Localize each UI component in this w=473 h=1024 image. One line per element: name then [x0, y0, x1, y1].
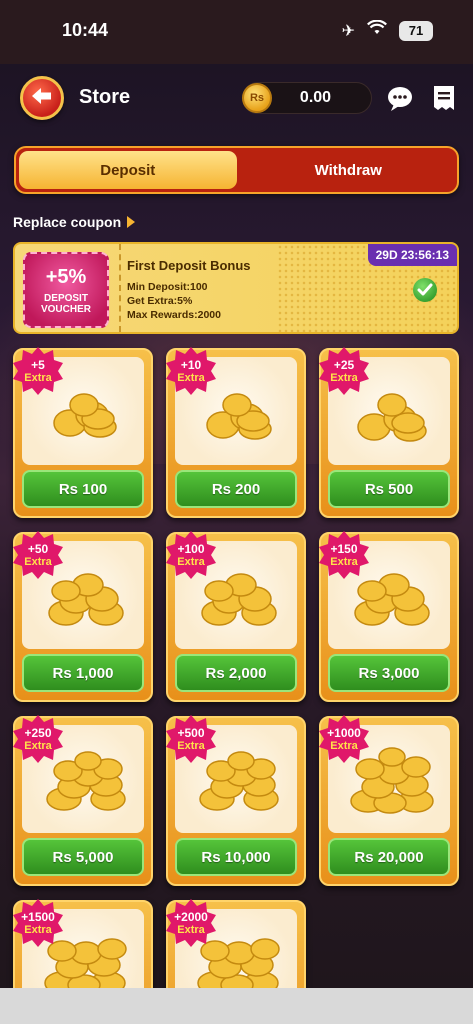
status-bar: 10:44 ✈ 71: [0, 0, 473, 64]
voucher-min-deposit: Min Deposit:100: [127, 281, 208, 293]
page-title: Store: [79, 86, 131, 108]
extra-badge: +10 Extra: [165, 347, 217, 395]
extra-label: Extra: [330, 555, 358, 568]
extra-amount: +50: [27, 541, 49, 556]
status-icons: ✈ 71: [341, 19, 433, 41]
wifi-icon: [367, 19, 387, 41]
product-card[interactable]: +100 Extra Rs 2,000: [165, 531, 306, 702]
extra-amount: +250: [24, 725, 52, 740]
price-button[interactable]: Rs 100: [22, 470, 144, 508]
product-card[interactable]: +150 Extra Rs 3,000: [318, 531, 459, 702]
extra-label: Extra: [24, 555, 52, 568]
extra-label: Extra: [24, 371, 52, 384]
price-button[interactable]: Rs 5,000: [22, 838, 144, 876]
voucher-timer: 29D 23:56:13: [367, 244, 457, 266]
back-button[interactable]: [20, 76, 64, 120]
product-card[interactable]: +10 Extra Rs 200: [165, 347, 306, 518]
price-button[interactable]: Rs 500: [328, 470, 450, 508]
extra-amount: +1500: [21, 909, 55, 924]
extra-label: Extra: [177, 371, 205, 384]
product-card[interactable]: +1000 Extra Rs 20,000: [318, 715, 459, 886]
extra-badge: +100 Extra: [165, 531, 217, 579]
price-button[interactable]: Rs 1,000: [22, 654, 144, 692]
voucher-divider: [119, 244, 121, 332]
extra-badge: +50 Extra: [12, 531, 64, 579]
balance-display: Rs 0.00: [242, 82, 372, 114]
replace-coupon-link[interactable]: Replace coupon: [13, 214, 136, 230]
tab-withdraw[interactable]: Withdraw: [240, 148, 458, 192]
extra-amount: +1000: [327, 725, 361, 740]
extra-badge: +1000 Extra: [318, 715, 370, 763]
product-card[interactable]: +50 Extra Rs 1,000: [12, 531, 153, 702]
product-card[interactable]: +250 Extra Rs 5,000: [12, 715, 153, 886]
voucher-label-line2: VOUCHER: [40, 303, 91, 315]
voucher-percent: +5%: [45, 265, 87, 288]
back-arrow-icon: [30, 85, 54, 112]
extra-label: Extra: [177, 555, 205, 568]
deposit-voucher[interactable]: +5% DEPOSIT VOUCHER First Deposit Bonus …: [13, 242, 459, 334]
product-card[interactable]: +5 Extra Rs 100: [12, 347, 153, 518]
history-button[interactable]: [428, 84, 460, 116]
extra-label: Extra: [177, 923, 205, 936]
price-button[interactable]: Rs 20,000: [328, 838, 450, 876]
extra-badge: +500 Extra: [165, 715, 217, 763]
extra-badge: +5 Extra: [12, 347, 64, 395]
store-header: Store Rs 0.00: [0, 72, 473, 128]
extra-amount: +10: [180, 357, 202, 372]
status-time: 10:44: [62, 20, 109, 40]
extra-badge: +25 Extra: [318, 347, 370, 395]
deposit-withdraw-tabs: Deposit Withdraw: [14, 146, 459, 194]
extra-amount: +2000: [174, 909, 208, 924]
chevron-right-icon: [127, 216, 136, 228]
bottom-bar: [0, 988, 473, 1024]
extra-label: Extra: [330, 371, 358, 384]
receipt-icon: [432, 84, 456, 117]
voucher-label-line1: DEPOSIT: [44, 292, 88, 304]
extra-amount: +500: [177, 725, 205, 740]
extra-amount: +100: [177, 541, 205, 556]
extra-badge: +250 Extra: [12, 715, 64, 763]
airplane-mode-icon: ✈: [341, 22, 355, 40]
support-button[interactable]: [384, 84, 416, 116]
price-button[interactable]: Rs 2,000: [175, 654, 297, 692]
extra-label: Extra: [24, 739, 52, 752]
check-icon: [413, 278, 437, 302]
extra-label: Extra: [24, 923, 52, 936]
extra-badge: +150 Extra: [318, 531, 370, 579]
voucher-badge: +5% DEPOSIT VOUCHER: [23, 252, 109, 328]
price-button[interactable]: Rs 3,000: [328, 654, 450, 692]
product-card[interactable]: +25 Extra Rs 500: [318, 347, 459, 518]
voucher-max-rewards: Max Rewards:2000: [127, 309, 221, 321]
extra-label: Extra: [177, 739, 205, 752]
voucher-title: First Deposit Bonus: [127, 258, 251, 273]
balance-value: 0.00: [299, 89, 332, 106]
tab-deposit[interactable]: Deposit: [19, 151, 237, 189]
voucher-get-extra: Get Extra:5%: [127, 295, 193, 307]
extra-badge: +1500 Extra: [12, 899, 64, 947]
extra-amount: +25: [333, 357, 355, 372]
extra-label: Extra: [330, 739, 358, 752]
replace-coupon-label: Replace coupon: [13, 214, 122, 230]
extra-amount: +5: [31, 357, 45, 372]
extra-badge: +2000 Extra: [165, 899, 217, 947]
price-button[interactable]: Rs 10,000: [175, 838, 297, 876]
battery-indicator: 71: [399, 20, 433, 41]
rupee-coin-icon: Rs: [242, 83, 272, 113]
chat-support-icon: [385, 84, 415, 117]
extra-amount: +150: [330, 541, 358, 556]
product-card[interactable]: +500 Extra Rs 10,000: [165, 715, 306, 886]
price-button[interactable]: Rs 200: [175, 470, 297, 508]
